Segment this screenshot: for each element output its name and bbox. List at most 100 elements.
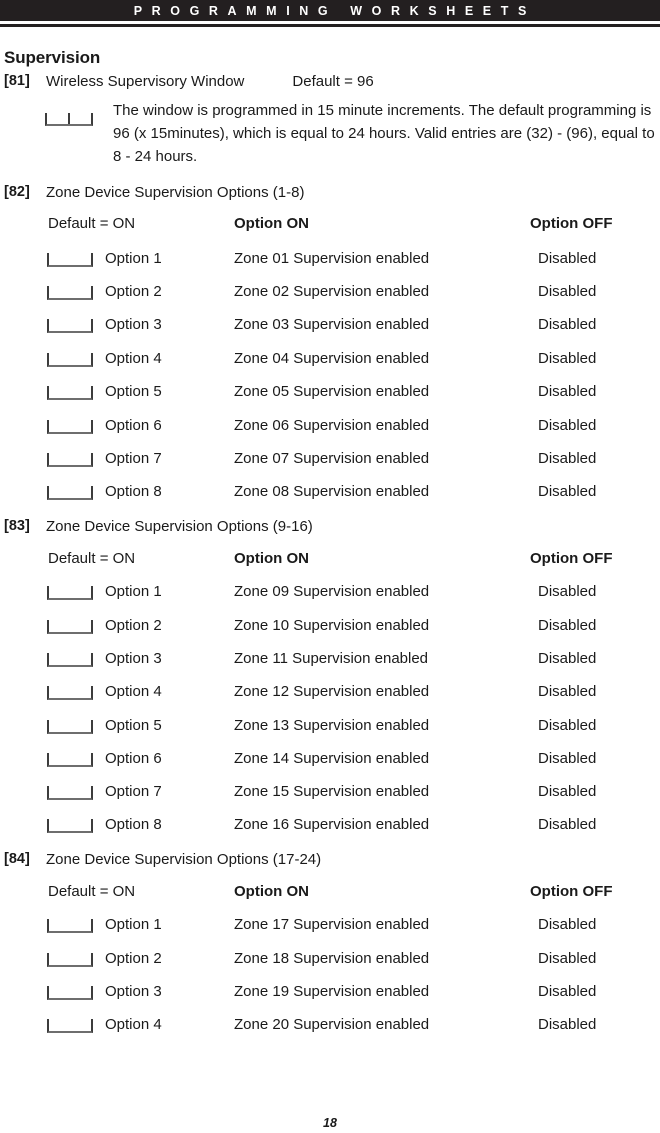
option-blank-field[interactable]: [47, 653, 93, 667]
option-row: Option 1 Zone 09 Supervision enabled Dis…: [0, 583, 660, 613]
option-on-description: Zone 11 Supervision enabled: [234, 650, 429, 667]
option-label: Option 6: [105, 750, 162, 767]
option-label: Option 4: [105, 683, 162, 700]
option-label: Option 2: [105, 950, 162, 967]
option-row: Option 1 Zone 17 Supervision enabled Dis…: [0, 916, 660, 946]
option-on-description: Zone 04 Supervision enabled: [234, 350, 430, 367]
option-label: Option 8: [105, 483, 162, 500]
entry-default-81: Default = 96: [292, 73, 374, 90]
option-row: Option 1 Zone 01 Supervision enabled Dis…: [0, 250, 660, 280]
option-row: Option 3 Zone 03 Supervision enabled Dis…: [0, 316, 660, 346]
option-on-description: Zone 12 Supervision enabled: [234, 683, 430, 700]
option-blank-field[interactable]: [47, 353, 93, 367]
option-label: Option 1: [105, 583, 162, 600]
option-blank-field[interactable]: [47, 919, 93, 933]
column-header-row-83: Default = ON Option ON Option OFF: [0, 550, 660, 571]
option-on-description: Zone 20 Supervision enabled: [234, 1016, 430, 1033]
option-blank-field[interactable]: [47, 819, 93, 833]
option-blank-field[interactable]: [47, 319, 93, 333]
option-on-description: Zone 05 Supervision enabled: [234, 383, 430, 400]
option-row: Option 6 Zone 06 Supervision enabled Dis…: [0, 417, 660, 447]
option-blank-field[interactable]: [47, 986, 93, 1000]
option-blank-field[interactable]: [47, 586, 93, 600]
entry-title-81: Wireless Supervisory Window: [46, 73, 245, 90]
option-blank-field[interactable]: [47, 453, 93, 467]
option-label: Option 3: [105, 983, 162, 1000]
option-off-description: Disabled: [538, 350, 597, 367]
entry-tag-84: [84]: [4, 851, 30, 867]
entry-title-83: Zone Device Supervision Options (9-16): [46, 518, 313, 535]
option-label: Option 3: [105, 650, 162, 667]
option-off-description: Disabled: [538, 783, 597, 800]
blank-field-divider-tick: [68, 113, 70, 124]
option-on-description: Zone 09 Supervision enabled: [234, 583, 430, 600]
option-blank-field[interactable]: [47, 686, 93, 700]
option-blank-field[interactable]: [47, 720, 93, 734]
option-label: Option 4: [105, 350, 162, 367]
option-on-description: Zone 02 Supervision enabled: [234, 283, 430, 300]
option-on-description: Zone 19 Supervision enabled: [234, 983, 430, 1000]
option-on-description: Zone 16 Supervision enabled: [234, 816, 430, 833]
option-blank-field[interactable]: [47, 486, 93, 500]
column-header-option-on-83: Option ON: [234, 550, 309, 567]
option-label: Option 1: [105, 916, 162, 933]
option-blank-field[interactable]: [47, 420, 93, 434]
option-row: Option 2 Zone 10 Supervision enabled Dis…: [0, 617, 660, 647]
entry-tag-82: [82]: [4, 184, 30, 200]
option-blank-field[interactable]: [47, 386, 93, 400]
option-on-description: Zone 10 Supervision enabled: [234, 617, 430, 634]
option-blank-field[interactable]: [47, 786, 93, 800]
entry-tag-83: [83]: [4, 518, 30, 534]
option-row: Option 6 Zone 14 Supervision enabled Dis…: [0, 750, 660, 780]
column-header-option-off-83: Option OFF: [530, 550, 613, 567]
option-label: Option 1: [105, 250, 162, 267]
option-label: Option 2: [105, 283, 162, 300]
entry-blank-field-81[interactable]: [45, 113, 93, 126]
entry-title-82: Zone Device Supervision Options (1-8): [46, 184, 305, 201]
section-heading-supervision: Supervision: [4, 48, 101, 67]
entry-tag-81: [81]: [4, 73, 30, 89]
option-on-description: Zone 14 Supervision enabled: [234, 750, 430, 767]
column-header-option-off-82: Option OFF: [530, 215, 613, 232]
option-on-description: Zone 17 Supervision enabled: [234, 916, 430, 933]
page-number: 18: [323, 1116, 337, 1130]
option-off-description: Disabled: [538, 1016, 597, 1033]
entry-heading-83: [83] Zone Device Supervision Options (9-1…: [4, 518, 656, 536]
option-row: Option 5 Zone 05 Supervision enabled Dis…: [0, 383, 660, 413]
option-blank-field[interactable]: [47, 1019, 93, 1033]
option-off-description: Disabled: [538, 916, 597, 933]
option-blank-field[interactable]: [47, 620, 93, 634]
option-row: Option 4 Zone 20 Supervision enabled Dis…: [0, 1016, 660, 1046]
option-on-description: Zone 08 Supervision enabled: [234, 483, 430, 500]
option-blank-field[interactable]: [47, 753, 93, 767]
option-on-description: Zone 07 Supervision enabled: [234, 450, 430, 467]
entry-heading-81: [81] Wireless Supervisory Window Default =…: [4, 73, 656, 91]
option-blank-field[interactable]: [47, 253, 93, 267]
column-header-option-off-84: Option OFF: [530, 883, 613, 900]
option-row: Option 2 Zone 02 Supervision enabled Dis…: [0, 283, 660, 313]
option-off-description: Disabled: [538, 717, 597, 734]
option-row: Option 7 Zone 15 Supervision enabled Dis…: [0, 783, 660, 813]
option-off-description: Disabled: [538, 383, 597, 400]
option-off-description: Disabled: [538, 617, 597, 634]
option-on-description: Zone 01 Supervision enabled: [234, 250, 430, 267]
entry-heading-82: [82] Zone Device Supervision Options (1-8…: [4, 184, 656, 202]
option-off-description: Disabled: [538, 750, 597, 767]
option-blank-field[interactable]: [47, 953, 93, 967]
column-header-default-84: Default = ON: [48, 883, 136, 900]
option-off-description: Disabled: [538, 583, 597, 600]
option-off-description: Disabled: [538, 450, 597, 467]
option-row: Option 3 Zone 11 Supervision enabled Dis…: [0, 650, 660, 680]
option-blank-field[interactable]: [47, 286, 93, 300]
entry-note-81: The window is programmed in 15 minute in…: [113, 102, 655, 165]
option-off-description: Disabled: [538, 316, 597, 333]
option-row: Option 3 Zone 19 Supervision enabled Dis…: [0, 983, 660, 1013]
option-row: Option 4 Zone 04 Supervision enabled Dis…: [0, 350, 660, 380]
option-row: Option 8 Zone 08 Supervision enabled Dis…: [0, 483, 660, 513]
option-label: Option 2: [105, 617, 162, 634]
option-off-description: Disabled: [538, 950, 597, 967]
option-row: Option 4 Zone 12 Supervision enabled Dis…: [0, 683, 660, 713]
option-row: Option 7 Zone 07 Supervision enabled Dis…: [0, 450, 660, 480]
option-on-description: Zone 15 Supervision enabled: [234, 783, 430, 800]
option-row: Option 5 Zone 13 Supervision enabled Dis…: [0, 717, 660, 747]
